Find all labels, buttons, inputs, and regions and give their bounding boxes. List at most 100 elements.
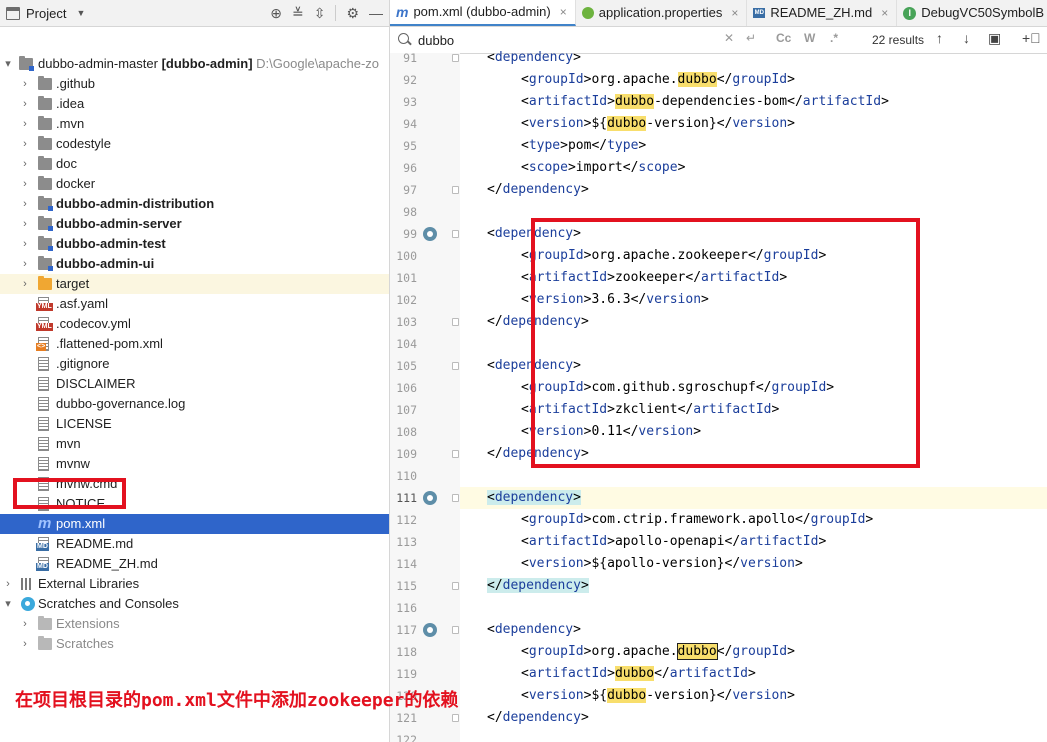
tree-scratches-and-consoles[interactable]: ▾ Scratches and Consoles [0, 594, 389, 614]
tree-item-idea[interactable]: › .idea [0, 94, 389, 114]
module-folder-icon [38, 256, 53, 271]
editor-tabs: m pom.xml (dubbo-admin) × application.prope… [390, 0, 1047, 27]
code-line-text: <dependency> [487, 490, 581, 505]
tree-item-dubbo-admin-test[interactable]: › dubbo-admin-test [0, 234, 389, 254]
tree-item-license[interactable]: LICENSE [0, 414, 389, 434]
dependency-gutter-icon[interactable] [423, 227, 437, 241]
new-line-icon[interactable]: ↵ [746, 31, 756, 45]
hide-icon[interactable]: — [369, 5, 383, 21]
close-icon[interactable]: × [560, 0, 567, 24]
module-folder-icon [38, 196, 53, 211]
editor-tab[interactable]: I DebugVC50SymbolB [897, 0, 1047, 26]
chevron-right-icon[interactable]: › [20, 234, 30, 254]
chevron-right-icon[interactable]: › [20, 254, 30, 274]
code-line-text: <artifactId>dubbo</artifactId> [521, 666, 756, 681]
tree-extensions[interactable]: › Extensions [0, 614, 389, 634]
chevron-down-icon[interactable]: ▾ [3, 594, 13, 614]
tree-external-libraries[interactable]: › External Libraries [0, 574, 389, 594]
fold-marker-icon[interactable] [452, 714, 459, 722]
add-selection-icon[interactable]: +⃞ [1022, 30, 1041, 46]
tree-item-readme-zh-md[interactable]: MD README_ZH.md [0, 554, 389, 574]
chevron-right-icon[interactable]: › [20, 214, 30, 234]
expand-all-icon[interactable]: ⇳ [314, 5, 326, 22]
code-line-text: <type>pom</type> [521, 138, 647, 153]
tree-item-readme-md[interactable]: MD README.md [0, 534, 389, 554]
tree-item-pom-xml[interactable]: m pom.xml [0, 514, 389, 534]
close-icon[interactable]: × [881, 0, 888, 26]
code-line-text: <artifactId>dubbo-dependencies-bom</arti… [521, 94, 889, 109]
open-in-window-icon[interactable]: ▣ [988, 30, 1001, 47]
tree-item-target[interactable]: › target [0, 274, 389, 294]
fold-marker-icon[interactable] [452, 318, 459, 326]
tree-item-label: mvn [56, 436, 81, 451]
fold-marker-icon[interactable] [452, 362, 459, 370]
match-case-button[interactable]: Cc [776, 31, 791, 45]
tree-item-doc[interactable]: › doc [0, 154, 389, 174]
tree-item-codecov-yml[interactable]: YML .codecov.yml [0, 314, 389, 334]
chevron-right-icon[interactable]: › [20, 634, 30, 654]
tree-item-disclaimer[interactable]: DISCLAIMER [0, 374, 389, 394]
fold-marker-icon[interactable] [452, 494, 459, 502]
editor-tab[interactable]: MD README_ZH.md × [747, 0, 898, 26]
chevron-right-icon[interactable]: › [3, 574, 13, 594]
gear-icon[interactable]: ⚙ [346, 5, 359, 22]
tree-item-codestyle[interactable]: › codestyle [0, 134, 389, 154]
search-icon[interactable] [398, 33, 409, 44]
tree-item-dubbo-admin-ui[interactable]: › dubbo-admin-ui [0, 254, 389, 274]
tree-item-gitignore[interactable]: .gitignore [0, 354, 389, 374]
tree-item-mvnw[interactable]: mvnw [0, 454, 389, 474]
interface-icon: I [903, 6, 917, 20]
tree-item-dubbo-admin-server[interactable]: › dubbo-admin-server [0, 214, 389, 234]
arrow-down-icon[interactable]: ↓ [963, 30, 970, 46]
tree-item-docker[interactable]: › docker [0, 174, 389, 194]
tree-scratches[interactable]: › Scratches [0, 634, 389, 654]
tree-root-row[interactable]: ▾ dubbo-admin-master [dubbo-admin] D:\Goo… [0, 54, 389, 74]
tree-item-label: LICENSE [56, 416, 112, 431]
folder-icon [38, 96, 52, 110]
whole-words-button[interactable]: W [804, 31, 815, 45]
code-line[interactable]: <dependency> [460, 487, 1047, 509]
locate-file-icon[interactable]: ⊕ [270, 5, 282, 22]
chevron-down-icon[interactable]: ▼ [76, 8, 85, 18]
tree-item-dubbo-governance-log[interactable]: dubbo-governance.log [0, 394, 389, 414]
annotation-caption: 在项目根目录的pom.xml文件中添加zookeeper的依赖 [15, 690, 459, 711]
fold-marker-icon[interactable] [452, 450, 459, 458]
yml-badge-icon: YML [36, 303, 53, 311]
search-match: dubbo [614, 666, 655, 681]
dependency-gutter-icon[interactable] [423, 623, 437, 637]
collapse-all-icon[interactable]: ≚ [292, 5, 304, 22]
tree-item-dubbo-admin-distribution[interactable]: › dubbo-admin-distribution [0, 194, 389, 214]
regex-button[interactable]: .* [830, 31, 838, 45]
editor-tab[interactable]: application.properties × [576, 0, 748, 26]
chevron-right-icon[interactable]: › [20, 134, 30, 154]
line-number: 111 [396, 491, 417, 505]
chevron-right-icon[interactable]: › [20, 274, 30, 294]
project-view-selector[interactable]: Project ▼ [0, 6, 85, 21]
tree-item-asf-yaml[interactable]: YML .asf.yaml [0, 294, 389, 314]
tree-item-mvn[interactable]: mvn [0, 434, 389, 454]
chevron-right-icon[interactable]: › [20, 114, 30, 134]
tree-item-flattened-pom-xml[interactable]: <> .flattened-pom.xml [0, 334, 389, 354]
line-number: 112 [396, 513, 417, 527]
fold-marker-icon[interactable] [452, 626, 459, 634]
fold-marker-icon[interactable] [452, 54, 459, 62]
chevron-right-icon[interactable]: › [20, 74, 30, 94]
arrow-up-icon[interactable]: ↑ [936, 30, 943, 46]
chevron-right-icon[interactable]: › [20, 154, 30, 174]
fold-marker-icon[interactable] [452, 582, 459, 590]
editor-tab[interactable]: m pom.xml (dubbo-admin) × [390, 0, 576, 26]
close-icon[interactable]: × [731, 0, 738, 26]
fold-marker-icon[interactable] [452, 230, 459, 238]
clear-search-icon[interactable]: ✕ [724, 31, 734, 45]
chevron-right-icon[interactable]: › [20, 614, 30, 634]
fold-marker-icon[interactable] [452, 186, 459, 194]
chevron-right-icon[interactable]: › [20, 174, 30, 194]
chevron-down-icon[interactable]: ▾ [3, 54, 13, 74]
chevron-right-icon[interactable]: › [20, 94, 30, 114]
tree-item-github[interactable]: › .github [0, 74, 389, 94]
dependency-gutter-icon[interactable] [423, 491, 437, 505]
tree-item-label: .idea [56, 96, 85, 111]
line-number: 98 [403, 205, 417, 219]
chevron-right-icon[interactable]: › [20, 194, 30, 214]
tree-item-mvn[interactable]: › .mvn [0, 114, 389, 134]
